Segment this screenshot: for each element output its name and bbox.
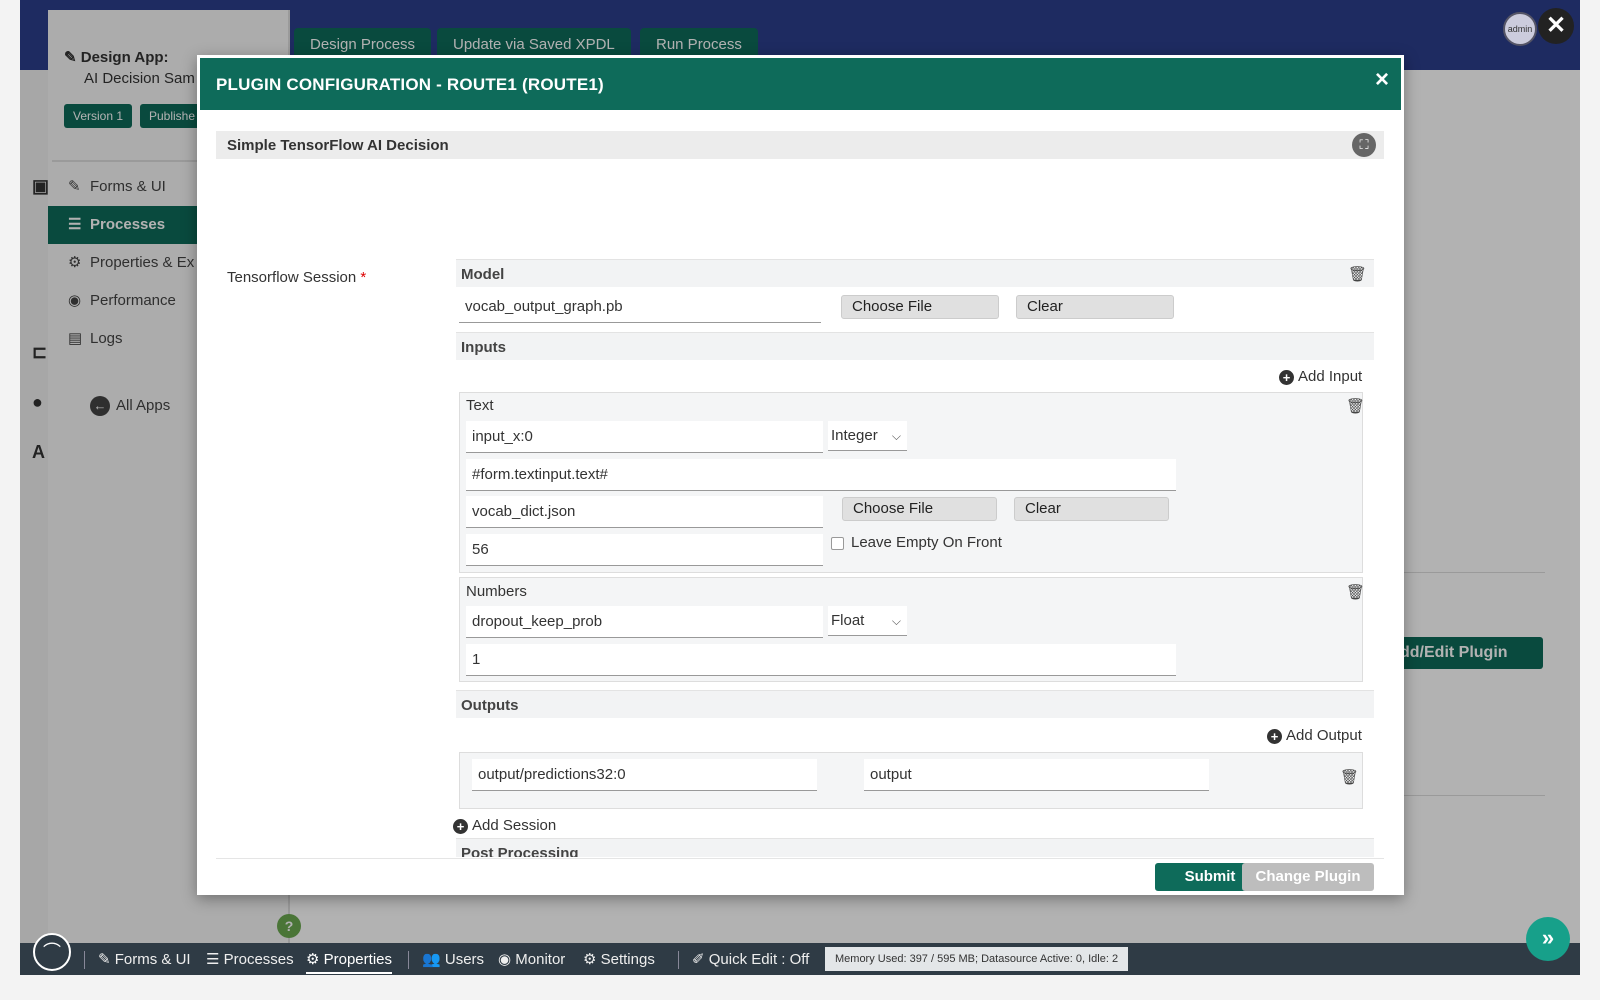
text-input-type-select[interactable]: Integer ⌵ [828,421,907,451]
leave-empty-label: Leave Empty On Front [851,534,1002,551]
plus-circle-icon: + [1279,370,1294,385]
plugin-form: Tensorflow Session * Model 🗑 Choose File… [216,165,1384,857]
plus-circle-icon: + [1267,729,1282,744]
trash-icon[interactable]: 🗑 [1346,397,1365,415]
add-output-link[interactable]: + Add Output [1267,727,1362,744]
plugin-name-bar: Simple TensorFlow AI Decision ⛶ [216,131,1384,159]
text-group-label: Text [466,397,494,414]
memory-status: Memory Used: 397 / 595 MB; Datasource Ac… [825,947,1129,971]
list-icon: ☰ [206,951,220,968]
close-icon[interactable]: ✕ [1538,8,1574,44]
add-session-link[interactable]: + Add Session [453,817,556,834]
numbers-group-label: Numbers [466,583,527,600]
post-processing-heading: Post Processing [461,845,579,857]
bottom-item-settings[interactable]: ⚙ Settings [583,950,655,968]
text-input-value-field[interactable] [466,459,1176,491]
modal-footer-divider [216,858,1384,859]
bottom-item-forms[interactable]: ✎ Forms & UI [98,950,191,968]
chevron-down-icon: ⌵ [891,614,901,628]
edit-icon: ✎ [98,951,111,968]
session-field-label: Tensorflow Session * [227,269,367,286]
dashboard-icon: ◉ [498,951,512,968]
gears-icon: ⚙ [583,951,597,968]
trash-icon[interactable]: 🗑 [1346,583,1365,601]
output-variable-field[interactable] [864,759,1209,791]
post-processing-section-header: Post Processing [456,838,1374,857]
pencil-icon: ✐ [692,951,705,968]
outputs-section-header: Outputs [456,690,1374,718]
bottom-item-users[interactable]: 👥 Users [422,950,484,968]
model-heading: Model [461,266,505,283]
avatar[interactable]: admin [1503,12,1537,46]
model-clear-button[interactable]: Clear [1016,295,1174,319]
leave-empty-checkbox[interactable] [831,537,844,550]
output-name-field[interactable] [472,759,817,791]
chevron-down-icon: ⌵ [891,429,901,443]
bottom-item-monitor[interactable]: ◉ Monitor [498,950,565,968]
modal-header: PLUGIN CONFIGURATION - ROUTE1 (ROUTE1) × [200,58,1401,110]
model-file-input[interactable] [459,291,821,323]
trash-icon[interactable]: 🗑 [1340,768,1359,786]
dict-clear-button[interactable]: Clear [1014,497,1169,521]
divider [84,951,85,969]
text-length-field[interactable] [466,534,823,566]
fullscreen-icon[interactable]: ⛶ [1352,133,1376,157]
expand-panel-button[interactable]: » [1526,917,1570,961]
bottom-toolbar: ⌒ ✎ Forms & UI ☰ Processes ⚙ Properties … [20,933,1580,975]
model-choose-file-button[interactable]: Choose File [841,295,999,319]
divider [408,951,409,969]
numbers-input-value-field[interactable] [466,644,1176,676]
add-input-link[interactable]: + Add Input [1279,368,1362,385]
modal-title: PLUGIN CONFIGURATION - ROUTE1 (ROUTE1) [216,75,604,94]
logo-icon[interactable]: ⌒ [33,933,71,971]
trash-icon[interactable]: 🗑 [1348,265,1367,283]
model-section-header: Model 🗑 [456,259,1374,287]
plugin-configuration-modal: PLUGIN CONFIGURATION - ROUTE1 (ROUTE1) ×… [197,55,1404,895]
outputs-heading: Outputs [461,697,519,714]
divider [678,951,679,969]
change-plugin-button[interactable]: Change Plugin [1242,863,1374,891]
modal-close-button[interactable]: × [1375,66,1389,94]
users-icon: 👥 [422,951,441,968]
text-input-name-field[interactable] [466,421,823,453]
numbers-input-type-select[interactable]: Float ⌵ [828,606,907,636]
bottom-item-properties[interactable]: ⚙ Properties [306,950,392,974]
bottom-item-quick-edit[interactable]: ✐ Quick Edit : Off [692,950,809,968]
gear-icon: ⚙ [306,951,320,968]
plugin-name: Simple TensorFlow AI Decision [227,137,449,154]
plus-circle-icon: + [453,819,468,834]
text-dict-file-input[interactable] [466,496,823,528]
numbers-input-name-field[interactable] [466,606,823,638]
bottom-item-processes[interactable]: ☰ Processes [206,950,294,968]
inputs-section-header: Inputs [456,332,1374,360]
inputs-heading: Inputs [461,339,506,356]
required-mark: * [360,269,367,286]
dict-choose-file-button[interactable]: Choose File [842,497,997,521]
